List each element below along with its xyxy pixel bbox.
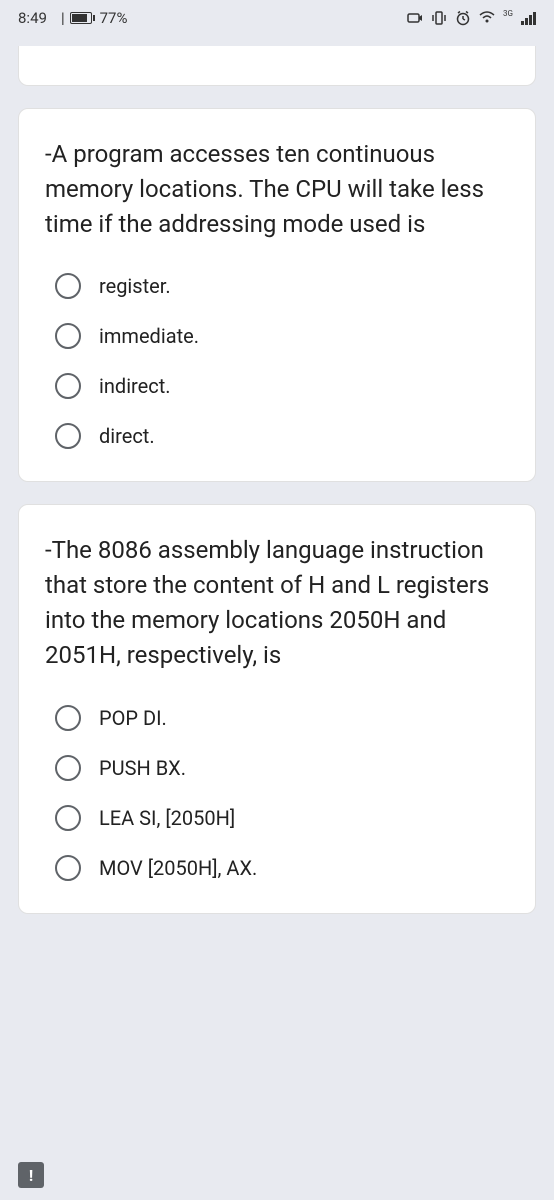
radio-icon — [55, 323, 81, 349]
wifi-icon — [479, 10, 495, 26]
radio-icon — [55, 423, 81, 449]
content-area: -A program accesses ten continuous memor… — [0, 36, 554, 946]
battery-icon — [70, 12, 95, 24]
question-card-1: -A program accesses ten continuous memor… — [18, 108, 536, 482]
option-immediate[interactable]: immediate. — [55, 323, 509, 349]
option-label: immediate. — [99, 324, 199, 348]
exclamation-icon: ! — [29, 1166, 33, 1185]
status-time: 8:49 — [18, 9, 47, 27]
network-label: 3G — [503, 9, 513, 18]
option-push-bx[interactable]: PUSH BX. — [55, 755, 509, 781]
option-label: register. — [99, 274, 171, 298]
options-group: register. immediate. indirect. direct. — [45, 273, 509, 449]
option-indirect[interactable]: indirect. — [55, 373, 509, 399]
option-register[interactable]: register. — [55, 273, 509, 299]
vibrate-icon — [431, 10, 447, 26]
camera-icon — [407, 10, 423, 26]
question-prompt: -A program accesses ten continuous memor… — [45, 137, 509, 241]
question-prompt: -The 8086 assembly language instruction … — [45, 533, 509, 672]
option-label: indirect. — [99, 374, 171, 398]
option-pop-di[interactable]: POP DI. — [55, 705, 509, 731]
previous-card-edge — [18, 46, 536, 86]
alarm-icon — [455, 10, 471, 26]
option-mov[interactable]: MOV [2050H], AX. — [55, 855, 509, 881]
option-lea-si[interactable]: LEA SI, [2050H] — [55, 805, 509, 831]
phone-bracket-icon: | — [61, 9, 65, 27]
error-badge[interactable]: ! — [18, 1162, 44, 1188]
option-label: PUSH BX. — [99, 756, 186, 780]
status-right: 3G — [407, 10, 536, 26]
battery-percent: 77% — [100, 9, 128, 27]
radio-icon — [55, 805, 81, 831]
radio-icon — [55, 755, 81, 781]
signal-icon — [521, 11, 536, 25]
question-card-2: -The 8086 assembly language instruction … — [18, 504, 536, 913]
radio-icon — [55, 273, 81, 299]
status-bar: 8:49 | 77% 3G — [0, 0, 554, 36]
option-label: direct. — [99, 424, 155, 448]
option-direct[interactable]: direct. — [55, 423, 509, 449]
status-left: 8:49 | 77% — [18, 9, 127, 27]
option-label: POP DI. — [99, 706, 167, 730]
options-group: POP DI. PUSH BX. LEA SI, [2050H] MOV [20… — [45, 705, 509, 881]
radio-icon — [55, 855, 81, 881]
option-label: MOV [2050H], AX. — [99, 856, 257, 880]
radio-icon — [55, 705, 81, 731]
radio-icon — [55, 373, 81, 399]
option-label: LEA SI, [2050H] — [99, 806, 235, 830]
